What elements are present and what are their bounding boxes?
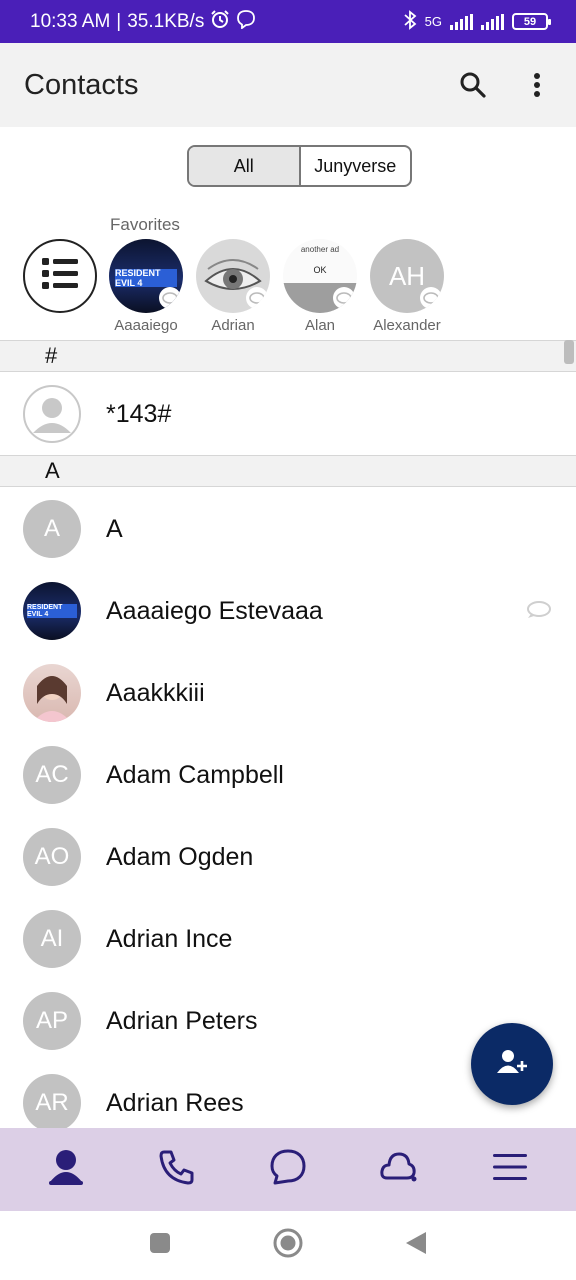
game-art-text: RESIDENT EVIL 4 (115, 268, 177, 288)
contact-avatar: AR (23, 1074, 81, 1132)
add-contact-icon (495, 1048, 529, 1081)
signal-icon-2 (481, 13, 504, 30)
contact-name: Adrian Rees (106, 1088, 244, 1117)
favorite-name: Aaaaiego (114, 317, 178, 334)
nav-more[interactable] (480, 1140, 540, 1200)
nav-calls[interactable] (147, 1140, 207, 1200)
app-bar: Contacts (0, 43, 576, 127)
contact-avatar: AI (23, 910, 81, 968)
contact-avatar: RESIDENT EVIL 4 (23, 582, 81, 640)
contacts-filter-tabs: All Junyverse (187, 145, 412, 187)
system-navigation (0, 1211, 576, 1280)
contact-row[interactable]: Aaakkkiii (0, 652, 576, 734)
favorites-label: Favorites (110, 215, 180, 234)
favorite-item[interactable]: Adrian (193, 239, 273, 334)
contact-row[interactable]: A A (0, 488, 576, 570)
battery-level: 59 (523, 15, 537, 28)
list-icon (40, 256, 80, 297)
contact-name: *143# (106, 399, 172, 428)
status-speed: 35.1KB/s (127, 10, 205, 32)
favorite-name: Alexander (373, 317, 441, 334)
menu-icon (491, 1151, 529, 1188)
alarm-icon (210, 9, 230, 35)
contact-row[interactable]: AC Adam Campbell (0, 734, 576, 816)
favorite-avatar: RESIDENT EVIL 4 (109, 239, 183, 313)
contact-avatar: AP (23, 992, 81, 1050)
contact-name: A (106, 514, 123, 543)
section-header: # (0, 340, 576, 372)
back-icon[interactable] (404, 1230, 428, 1261)
contact-name: Adrian Peters (106, 1006, 258, 1035)
network-type: 5G (424, 14, 442, 29)
add-contact-button[interactable] (471, 1023, 553, 1105)
contact-row[interactable]: RESIDENT EVIL 4 Aaaaiego Estevaaa (0, 570, 576, 652)
viber-badge-icon (246, 287, 268, 309)
signal-icon (450, 13, 473, 30)
favorites-list-button[interactable] (23, 239, 97, 313)
contact-name: Aaaaiego Estevaaa (106, 596, 323, 625)
status-time: 10:33 AM (30, 10, 111, 32)
game-art-text: RESIDENT EVIL 4 (27, 604, 77, 618)
viber-icon (526, 599, 552, 624)
favorite-name: Adrian (211, 317, 255, 334)
status-left: 10:33 AM | 35.1KB/s (30, 9, 256, 35)
viber-icon (379, 1148, 419, 1191)
viber-status-icon (236, 9, 256, 35)
page-title: Contacts (24, 68, 139, 101)
search-icon[interactable] (458, 70, 488, 100)
contact-name: Adam Campbell (106, 760, 284, 789)
contact-avatar (23, 664, 81, 722)
tab-all[interactable]: All (189, 147, 301, 185)
contact-name: Adam Ogden (106, 842, 254, 871)
bottom-navigation (0, 1128, 576, 1211)
home-icon[interactable] (272, 1227, 304, 1264)
recents-icon[interactable] (148, 1231, 172, 1260)
contact-avatar: AO (23, 828, 81, 886)
scrollbar-thumb[interactable] (564, 340, 574, 364)
nav-viber[interactable] (369, 1140, 429, 1200)
contact-avatar: A (23, 500, 81, 558)
more-vert-icon[interactable] (522, 70, 552, 100)
nav-contacts[interactable] (36, 1140, 96, 1200)
favorite-avatar: another ad OK (283, 239, 357, 313)
section-header: A (0, 455, 576, 487)
favorite-item[interactable]: RESIDENT EVIL 4 Aaaaiego (106, 239, 186, 334)
nav-chats[interactable] (258, 1140, 318, 1200)
favorite-initials: AH (388, 260, 426, 291)
favorite-name: Alan (304, 317, 336, 334)
favorite-item[interactable]: another ad OK Alan (280, 239, 360, 334)
status-right: 5G 59 (403, 10, 551, 33)
contacts-icon (47, 1148, 85, 1191)
contact-row[interactable]: AI Adrian Ince (0, 898, 576, 980)
contact-row[interactable]: AO Adam Ogden (0, 816, 576, 898)
viber-badge-icon (420, 287, 442, 309)
tab-junyverse[interactable]: Junyverse (301, 147, 411, 185)
contact-avatar: AC (23, 746, 81, 804)
status-bar: 10:33 AM | 35.1KB/s 5G 59 (0, 0, 576, 43)
battery-icon: 59 (512, 13, 551, 30)
chat-icon (269, 1148, 307, 1191)
app-bar-actions (458, 70, 552, 100)
phone-icon (158, 1148, 196, 1191)
person-placeholder-icon (23, 385, 81, 443)
contact-name: Aaakkkiii (106, 678, 205, 707)
favorite-item[interactable]: AH Alexander (367, 239, 447, 334)
favorite-avatar (196, 239, 270, 313)
viber-badge-icon (159, 287, 181, 309)
contact-name: Adrian Ince (106, 924, 233, 953)
contact-row[interactable]: *143# (0, 373, 576, 455)
dialog-ok: OK (313, 265, 327, 275)
dialog-text: another ad (300, 245, 340, 254)
bluetooth-icon (403, 10, 417, 33)
favorite-avatar: AH (370, 239, 444, 313)
viber-badge-icon (333, 287, 355, 309)
